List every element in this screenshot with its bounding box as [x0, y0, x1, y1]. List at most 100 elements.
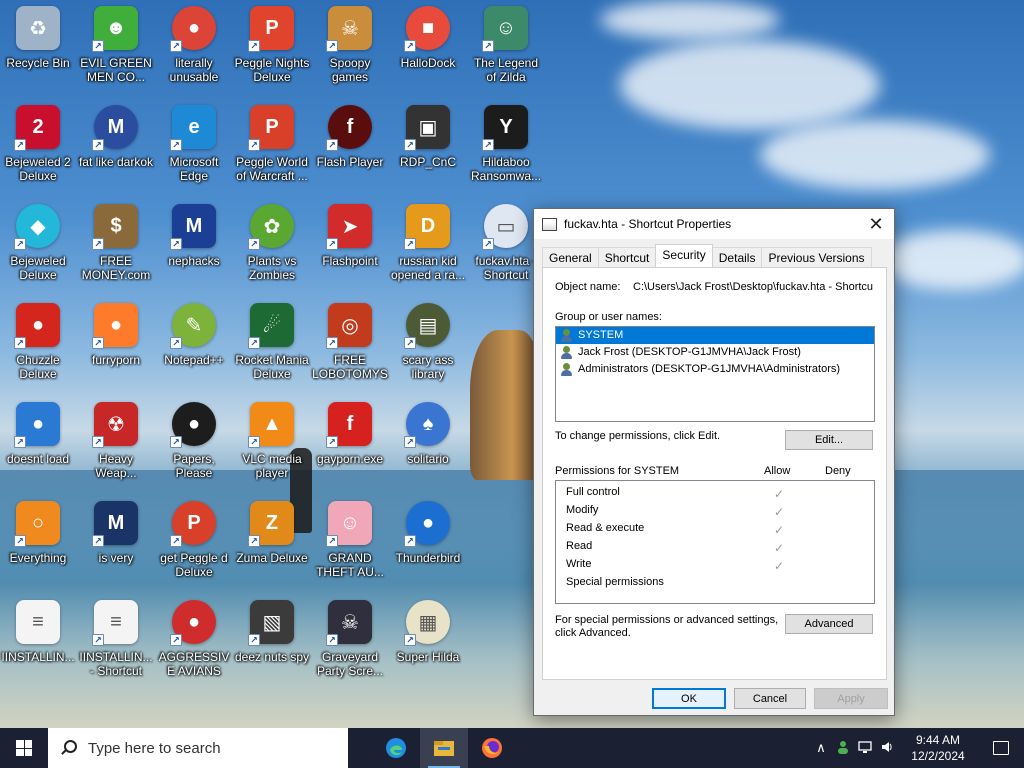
desktop-icon[interactable]: ▤ ↗ scary ass library [390, 299, 466, 395]
desktop-icon[interactable]: Z ↗ Zuma Deluxe [234, 497, 310, 593]
desktop-icon-label: Notepad++ [164, 353, 224, 367]
desktop-icon[interactable]: P ↗ Peggle Nights Deluxe [234, 2, 310, 98]
group-item-administrators[interactable]: Administrators (DESKTOP-G1JMVHA\Administ… [556, 361, 874, 378]
desktop-icon[interactable]: f ↗ Flash Player [312, 101, 388, 197]
desktop-icon[interactable]: ☢ ↗ Heavy Weap... [78, 398, 154, 494]
desktop-icon[interactable]: ● ↗ Thunderbird [390, 497, 466, 593]
taskbar-file-explorer[interactable] [420, 728, 468, 768]
group-icon [560, 329, 574, 342]
group-item-jack-frost[interactable]: Jack Frost (DESKTOP-G1JMVHA\Jack Frost) [556, 344, 874, 361]
desktop-icon[interactable]: ≡ IINSTALLIN... [0, 596, 76, 692]
desktop-icon[interactable]: ■ ↗ HalloDock [390, 2, 466, 98]
cancel-button[interactable]: Cancel [734, 688, 806, 709]
desktop-icon[interactable]: e ↗ Microsoft Edge [156, 101, 232, 197]
taskbar-firefox[interactable] [468, 728, 516, 768]
app-icon: Y ↗ [482, 105, 528, 151]
desktop-icon-label: Hildaboo Ransomwa... [470, 155, 542, 183]
desktop-icon[interactable]: 2 ↗ Bejeweled 2 Deluxe [0, 101, 76, 197]
desktop-icon-label: Spoopy games [329, 56, 371, 84]
desktop-icon-label: russian kid opened a ra... [390, 254, 466, 282]
tab-details[interactable]: Details [711, 247, 763, 267]
network-icon[interactable] [854, 740, 876, 757]
shortcut-arrow-icon: ↗ [248, 238, 260, 250]
desktop-icon-label: Super Hilda [396, 650, 460, 664]
ok-button[interactable]: OK [652, 688, 726, 709]
desktop-icon[interactable]: ◆ ↗ Bejeweled Deluxe [0, 200, 76, 296]
desktop-icon[interactable]: $ ↗ FREE MONEY.com [78, 200, 154, 296]
desktop-icon[interactable]: M ↗ is very [78, 497, 154, 593]
desktop-icon[interactable]: ✎ ↗ Notepad++ [156, 299, 232, 395]
permission-row: Full control ✓ [566, 486, 866, 504]
object-name-label: Object name: [555, 281, 621, 293]
permission-row: Write ✓ [566, 558, 866, 576]
desktop-icon-label: AGGRESSIVE AVIANS [158, 650, 230, 678]
desktop-icon[interactable]: ● ↗ doesnt load [0, 398, 76, 494]
taskbar-edge[interactable] [372, 728, 420, 768]
desktop-icon[interactable]: M ↗ fat like darkok [78, 101, 154, 197]
desktop-icon[interactable]: ▣ ↗ RDP_CnC [390, 101, 466, 197]
desktop-icon[interactable]: M ↗ nephacks [156, 200, 232, 296]
edit-button[interactable]: Edit... [785, 430, 873, 450]
desktop-icon[interactable]: ● ↗ literally unusable [156, 2, 232, 98]
desktop-icon[interactable]: ☺ ↗ GRAND THEFT AU... [312, 497, 388, 593]
window-icon [542, 217, 557, 231]
desktop-icon-label: Recycle Bin [6, 56, 70, 70]
notification-center-button[interactable] [978, 728, 1024, 768]
apply-button[interactable]: Apply [814, 688, 888, 709]
desktop-icon[interactable]: ▧ ↗ deez nuts spy [234, 596, 310, 692]
desktop-icon[interactable]: ➤ ↗ Flashpoint [312, 200, 388, 296]
start-button[interactable] [0, 728, 48, 768]
tab-previous-versions[interactable]: Previous Versions [761, 247, 872, 267]
desktop-icon-label: is very [98, 551, 134, 565]
tab-security[interactable]: Security [655, 244, 713, 267]
desktop-icon[interactable]: ☠ ↗ Graveyard Party Scre... [312, 596, 388, 692]
desktop-icon[interactable]: f ↗ gayporn.exe [312, 398, 388, 494]
desktop-icon[interactable]: ✿ ↗ Plants vs Zombies [234, 200, 310, 296]
desktop-icon[interactable]: ● ↗ Chuzzle Deluxe [0, 299, 76, 395]
desktop-icon[interactable]: ● ↗ Papers, Please [156, 398, 232, 494]
people-icon[interactable] [832, 740, 854, 757]
close-icon[interactable]: ✕ [864, 212, 888, 236]
group-item-system[interactable]: SYSTEM [556, 327, 874, 344]
desktop-icon[interactable]: ○ ↗ Everything [0, 497, 76, 593]
desktop-icon-label: FREE LOBOTOMYS [312, 353, 388, 381]
desktop-icon-label: Thunderbird [395, 551, 461, 565]
permission-name: Write [566, 558, 592, 570]
dialog-titlebar[interactable]: fuckav.hta - Shortcut Properties ✕ [534, 209, 894, 239]
desktop-icon-label: Zuma Deluxe [236, 551, 308, 565]
shortcut-arrow-icon: ↗ [248, 337, 260, 349]
desktop-icon[interactable]: ▲ ↗ VLC media player [234, 398, 310, 494]
desktop-icon[interactable]: ◎ ↗ FREE LOBOTOMYS [312, 299, 388, 395]
tab-shortcut[interactable]: Shortcut [597, 247, 657, 267]
desktop-icon[interactable]: ▦ ↗ Super Hilda [390, 596, 466, 692]
desktop-icon[interactable]: Y ↗ Hildaboo Ransomwa... [468, 101, 544, 197]
volume-icon[interactable] [876, 740, 898, 757]
desktop-icon[interactable]: P ↗ Peggle World of Warcraft ... [234, 101, 310, 197]
taskbar-clock[interactable]: 9:44 AM 12/2/2024 [898, 732, 978, 764]
desktop-icon[interactable]: ♻ Recycle Bin [0, 2, 76, 98]
app-icon: ✿ ↗ [248, 204, 294, 250]
desktop-icon[interactable]: ☻ ↗ EVIL GREEN MEN CO... [78, 2, 154, 98]
desktop-icon[interactable]: ☠ ↗ Spoopy games [312, 2, 388, 98]
desktop-icon[interactable]: P ↗ get Peggle d Deluxe [156, 497, 232, 593]
desktop-icon[interactable]: ● ↗ furryporn [78, 299, 154, 395]
app-icon: ♻ [16, 6, 60, 50]
desktop-icon[interactable]: ☄ ↗ Rocket Mania Deluxe [234, 299, 310, 395]
app-icon: ☠ ↗ [326, 600, 372, 646]
desktop-icon[interactable]: ☺ ↗ The Legend of Zilda [468, 2, 544, 98]
permission-row: Modify ✓ [566, 504, 866, 522]
desktop-icon[interactable]: ● ↗ AGGRESSIVE AVIANS [156, 596, 232, 692]
desktop-icon-label: doesnt load [6, 452, 70, 466]
desktop-icon-label: scary ass library [402, 353, 454, 381]
desktop-icon[interactable]: D ↗ russian kid opened a ra... [390, 200, 466, 296]
app-icon: ○ ↗ [14, 501, 60, 547]
taskbar-search-box[interactable]: Type here to search [48, 728, 348, 768]
tray-chevron-icon[interactable]: ∧ [810, 740, 832, 756]
advanced-button[interactable]: Advanced [785, 614, 873, 634]
tab-general[interactable]: General [542, 247, 599, 267]
desktop-icon[interactable]: ≡ ↗ IINSTALLIN... - Shortcut [78, 596, 154, 692]
app-icon: ● ↗ [170, 402, 216, 448]
desktop-icon[interactable]: ♠ ↗ solitario [390, 398, 466, 494]
desktop-icon-label: EVIL GREEN MEN CO... [80, 56, 152, 84]
desktop-icon-label: Flashpoint [322, 254, 378, 268]
